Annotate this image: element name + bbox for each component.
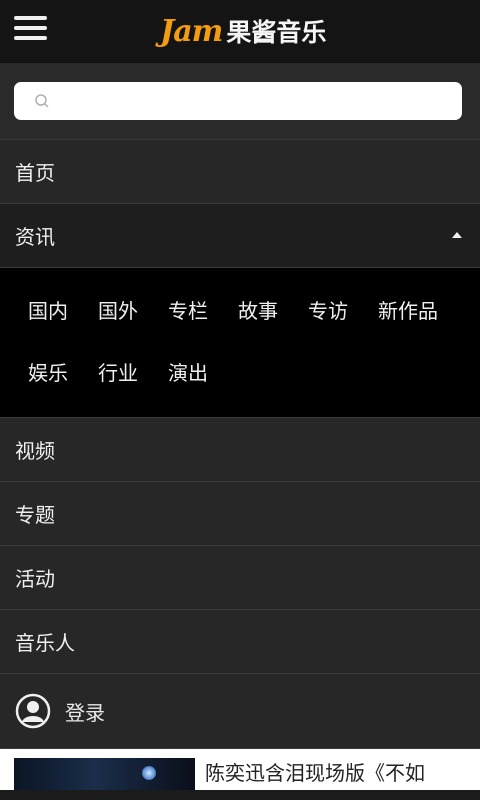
logo-text-cn: 果酱音乐 (226, 18, 327, 47)
nav-item-events[interactable]: 活动 (0, 545, 480, 609)
submenu-row: 国内 国外 专栏 故事 专访 新作品 (0, 278, 480, 340)
submenu-item-story[interactable]: 故事 (238, 295, 278, 324)
submenu-item-performance[interactable]: 演出 (168, 357, 208, 386)
search-area (0, 63, 480, 139)
site-logo[interactable]: Jam 果酱音乐 (160, 10, 326, 52)
nav-item-news[interactable]: 资讯 (0, 203, 480, 267)
submenu-item-entertainment[interactable]: 娱乐 (28, 357, 68, 386)
login-button[interactable]: 登录 (0, 673, 480, 748)
submenu-item-interview[interactable]: 专访 (308, 295, 348, 324)
nav-item-topics[interactable]: 专题 (0, 481, 480, 545)
search-icon (35, 94, 49, 108)
submenu-item-industry[interactable]: 行业 (98, 357, 138, 386)
nav-item-home[interactable]: 首页 (0, 139, 480, 203)
login-label: 登录 (65, 700, 105, 725)
stage-light (142, 766, 156, 780)
logo-text-en: Jam (160, 13, 223, 49)
article-preview[interactable]: 陈奕迅含泪现场版《不如 (0, 748, 480, 790)
nav-item-label: 资讯 (15, 225, 55, 249)
nav-item-label: 活动 (15, 567, 55, 591)
nav-item-musicians[interactable]: 音乐人 (0, 609, 480, 673)
hamburger-menu-icon[interactable] (14, 16, 47, 42)
article-thumbnail[interactable] (14, 758, 195, 790)
submenu-item-domestic[interactable]: 国内 (28, 295, 68, 324)
caret-up-icon (452, 232, 462, 238)
nav-item-label: 视频 (15, 439, 55, 463)
submenu-item-new-works[interactable]: 新作品 (378, 295, 438, 324)
nav-item-label: 首页 (15, 161, 55, 185)
submenu-item-column[interactable]: 专栏 (168, 295, 208, 324)
article-title[interactable]: 陈奕迅含泪现场版《不如 (205, 757, 425, 786)
search-input[interactable] (58, 91, 462, 111)
nav-item-label: 音乐人 (15, 631, 75, 655)
nav-item-video[interactable]: 视频 (0, 417, 480, 481)
user-avatar-icon (15, 693, 51, 729)
submenu-row: 娱乐 行业 演出 (0, 340, 480, 402)
search-box[interactable] (14, 82, 462, 120)
top-bar: Jam 果酱音乐 (0, 0, 480, 63)
submenu-item-international[interactable]: 国外 (98, 295, 138, 324)
news-submenu: 国内 国外 专栏 故事 专访 新作品 娱乐 行业 演出 (0, 267, 480, 417)
nav-item-label: 专题 (15, 503, 55, 527)
